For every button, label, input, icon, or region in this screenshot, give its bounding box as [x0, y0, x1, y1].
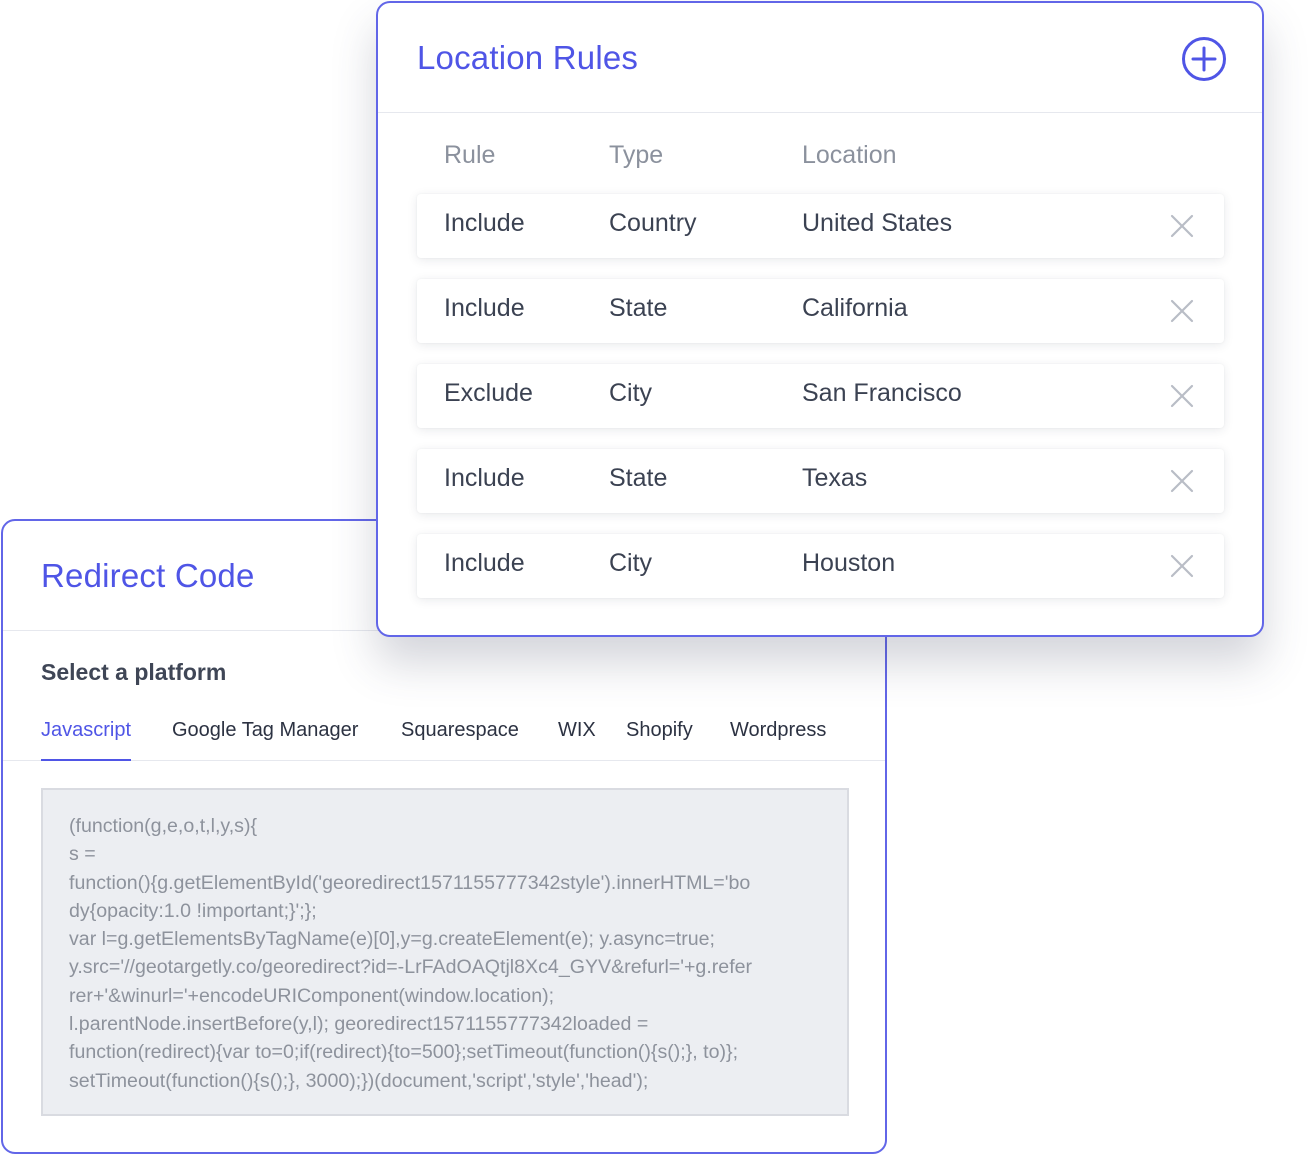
- type-cell: Country: [609, 209, 697, 237]
- column-header-location: Location: [802, 141, 897, 169]
- tab-javascript[interactable]: Javascript: [41, 719, 132, 761]
- rule-row: Include State Texas: [417, 449, 1224, 513]
- code-line: var l=g.getElementsByTagName(e)[0],y=g.c…: [69, 928, 715, 951]
- code-line: function(){g.getElementById('georedirect…: [69, 871, 751, 894]
- column-header-rule: Rule: [444, 141, 496, 169]
- rule-row: Exclude City San Francisco: [417, 364, 1224, 428]
- type-cell: State: [609, 464, 668, 492]
- code-line: setTimeout(function(){s();}, 3000);})(do…: [69, 1069, 649, 1092]
- type-cell: City: [609, 549, 653, 577]
- rule-cell: Exclude: [444, 379, 533, 407]
- rule-cell: Include: [444, 549, 525, 577]
- tab-shopify[interactable]: Shopify: [626, 719, 693, 742]
- platform-label: Select a platform: [41, 659, 227, 685]
- column-header-type: Type: [609, 141, 664, 169]
- code-line: dy{opacity:1.0 !important;}';};: [69, 899, 317, 922]
- location-cell: San Francisco: [802, 379, 962, 407]
- rule-cell: Include: [444, 294, 525, 322]
- tab-google-tag-manager[interactable]: Google Tag Manager: [172, 719, 358, 742]
- close-icon[interactable]: [1170, 554, 1194, 578]
- rule-row: Include State California: [417, 279, 1224, 343]
- code-line: l.parentNode.insertBefore(y,l); georedir…: [69, 1013, 649, 1036]
- rule-cell: Include: [444, 464, 525, 492]
- platform-tabs: Javascript Google Tag Manager Squarespac…: [3, 711, 885, 761]
- type-cell: City: [609, 379, 653, 407]
- tab-wix[interactable]: WIX: [558, 719, 596, 742]
- location-cell: Houston: [802, 549, 896, 577]
- tab-wordpress[interactable]: Wordpress: [730, 719, 826, 742]
- location-cell: Texas: [802, 464, 868, 492]
- close-icon[interactable]: [1170, 384, 1194, 408]
- redirect-code-title: Redirect Code: [41, 556, 255, 594]
- tab-squarespace[interactable]: Squarespace: [401, 719, 519, 742]
- close-icon[interactable]: [1170, 214, 1194, 238]
- close-icon[interactable]: [1170, 469, 1194, 493]
- plus-circle-icon[interactable]: [1181, 36, 1227, 82]
- close-icon[interactable]: [1170, 299, 1194, 323]
- code-line: rer+'&winurl='+encodeURIComponent(window…: [69, 984, 555, 1007]
- rule-cell: Include: [444, 209, 525, 237]
- location-cell: California: [802, 294, 908, 322]
- code-line: y.src='//geotargetly.co/georedirect?id=-…: [69, 956, 753, 979]
- code-line: s =: [69, 843, 96, 866]
- location-cell: United States: [802, 209, 953, 237]
- rule-row: Include Country United States: [417, 194, 1224, 258]
- code-line: (function(g,e,o,t,l,y,s){: [69, 815, 258, 837]
- type-cell: State: [609, 294, 668, 322]
- rule-row: Include City Houston: [417, 534, 1224, 598]
- code-snippet-box[interactable]: (function(g,e,o,t,l,y,s){ s = function()…: [41, 788, 849, 1116]
- location-rules-header: Location Rules: [378, 3, 1262, 113]
- code-line: function(redirect){var to=0;if(redirect)…: [69, 1041, 739, 1064]
- location-rules-card: Location Rules Rule Type Location Includ…: [376, 1, 1264, 637]
- location-rules-title: Location Rules: [417, 38, 639, 76]
